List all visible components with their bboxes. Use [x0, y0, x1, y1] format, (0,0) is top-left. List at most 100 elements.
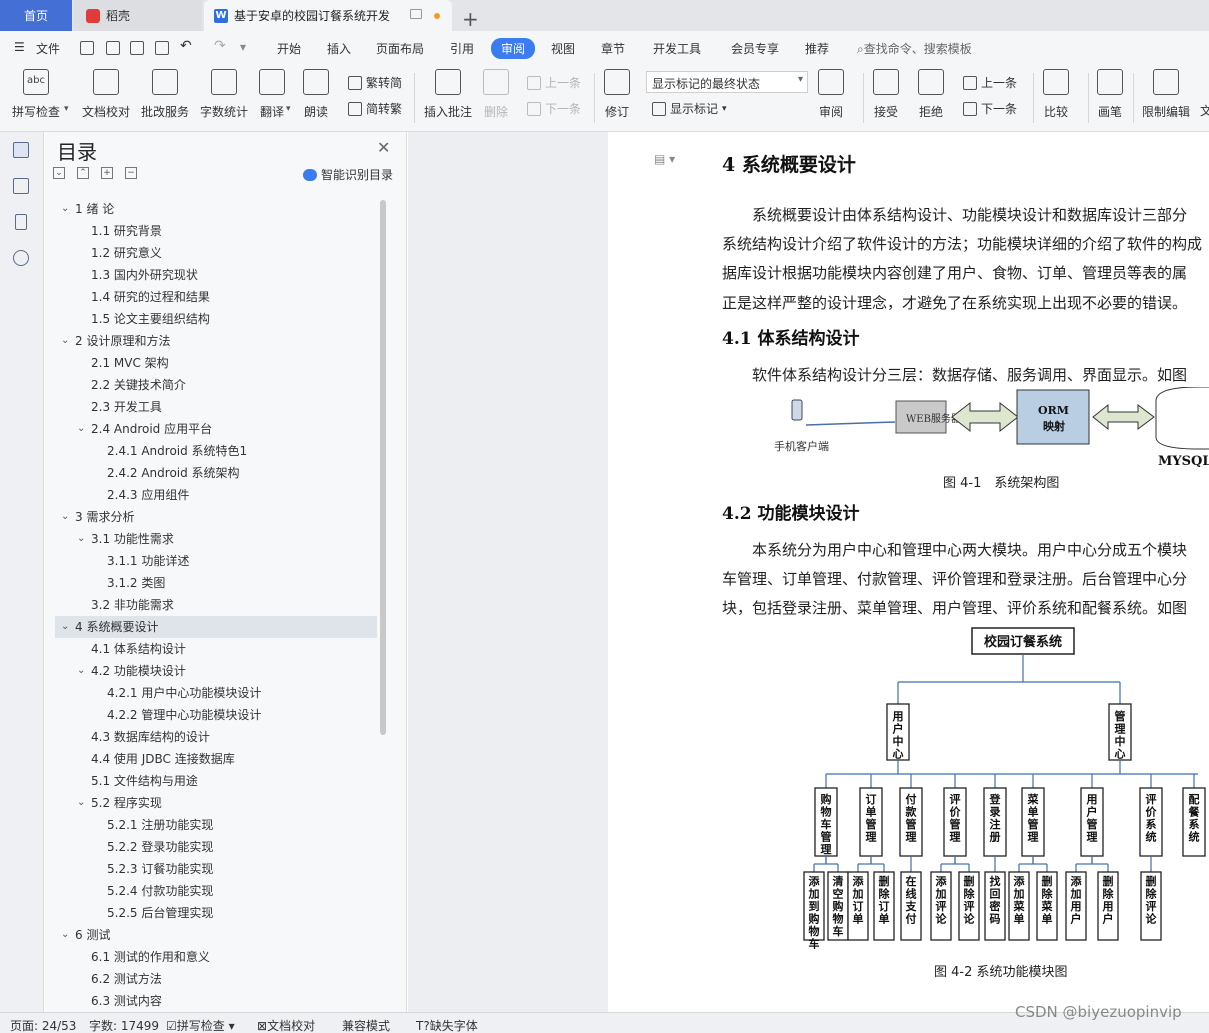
print-icon[interactable] — [130, 41, 144, 55]
toc-item[interactable]: 5.2.3 订餐功能实现 — [55, 858, 377, 880]
toc-item[interactable]: 1.4 研究的过程和结果 — [55, 286, 377, 308]
doccheck-button[interactable]: 文档校对 — [82, 69, 130, 120]
more-quick-icon[interactable]: ▾ — [240, 40, 246, 54]
toc-item[interactable]: 5.2.2 登录功能实现 — [55, 836, 377, 858]
toc-item[interactable]: 2.1 MVC 架构 — [55, 352, 377, 374]
menu-chapter[interactable]: 章节 — [601, 40, 625, 57]
toc-item[interactable]: ⌄ 2 设计原理和方法 — [55, 330, 377, 352]
toc-item[interactable]: ⌄ 3.1 功能性需求 — [55, 528, 377, 550]
prev-change-button[interactable]: 上一条 — [963, 74, 1017, 91]
s2t-button[interactable]: 简转繁 — [348, 100, 402, 117]
menu-member[interactable]: 会员专享 — [731, 40, 779, 57]
toc-item[interactable]: 3.1.1 功能详述 — [55, 550, 377, 572]
toc-item[interactable]: 1.2 研究意义 — [55, 242, 377, 264]
new-tab-button[interactable]: + — [462, 3, 479, 34]
translate-dropdown-icon[interactable]: ▾ — [286, 104, 291, 114]
review-pane-button[interactable]: 审阅 — [818, 69, 844, 120]
next-comment-button[interactable]: 下一条 — [527, 100, 581, 117]
menu-file[interactable]: 文件 — [36, 40, 60, 57]
toc-scrollbar[interactable] — [380, 200, 386, 735]
toc-item[interactable]: 2.4.3 应用组件 — [55, 484, 377, 506]
remove-item-icon[interactable]: − — [125, 167, 137, 179]
toc-item[interactable]: ⌄ 3 需求分析 — [55, 506, 377, 528]
spellcheck-button[interactable]: abc 拼写检查 — [12, 69, 60, 120]
toc-item[interactable]: ⌄ 6 测试 — [55, 924, 377, 946]
chevron-down-icon[interactable]: ⌄ — [61, 198, 69, 220]
menu-view[interactable]: 视图 — [551, 40, 575, 57]
chevron-down-icon[interactable]: ⌄ — [77, 418, 85, 440]
export-pdf-icon[interactable] — [106, 41, 120, 55]
close-icon[interactable]: ✕ — [377, 138, 390, 157]
document-page[interactable]: ▤ ▾ 4 系统概要设计 系统概要设计由体系结构设计、功能模块设计和数据库设计三… — [608, 132, 1209, 1012]
smart-toc-button[interactable]: 智能识别目录 — [303, 166, 393, 183]
toc-item[interactable]: ⌄ 4.2 功能模块设计 — [55, 660, 377, 682]
reject-button[interactable]: 拒绝 — [918, 69, 944, 120]
toc-item[interactable]: 6.1 测试的作用和意义 — [55, 946, 377, 968]
toc-item[interactable]: 4.1 体系结构设计 — [55, 638, 377, 660]
markup-state-select[interactable]: 显示标记的最终状态 — [646, 71, 808, 93]
delete-comment-button[interactable]: 删除 — [483, 69, 509, 120]
menu-review[interactable]: 审阅 — [491, 38, 536, 59]
compare-button[interactable]: 比较 — [1043, 69, 1069, 120]
batch-service-button[interactable]: 批改服务 — [141, 69, 189, 120]
accept-button[interactable]: 接受 — [873, 69, 899, 120]
page-indicator[interactable]: 页面: 24/53 — [10, 1017, 76, 1033]
chevron-down-icon[interactable]: ⌄ — [77, 792, 85, 814]
add-item-icon[interactable]: + — [101, 167, 113, 179]
tab-home[interactable]: 首页 — [0, 0, 72, 31]
spellcheck-dropdown-icon[interactable]: ▾ — [64, 104, 69, 114]
menu-insert[interactable]: 插入 — [327, 40, 351, 57]
toc-item[interactable]: 3.2 非功能需求 — [55, 594, 377, 616]
toc-icon[interactable] — [13, 142, 29, 158]
next-change-button[interactable]: 下一条 — [963, 100, 1017, 117]
toc-item[interactable]: 5.2.4 付款功能实现 — [55, 880, 377, 902]
toc-item[interactable]: 2.4.1 Android 系统特色1 — [55, 440, 377, 462]
toc-item[interactable]: ⌄ 5.2 程序实现 — [55, 792, 377, 814]
expand-all-icon[interactable]: ⌃ — [77, 167, 89, 179]
tab-document[interactable]: W 基于安卓的校园订餐系统开发 — [204, 0, 452, 31]
menu-reference[interactable]: 引用 — [450, 40, 474, 57]
toc-item[interactable]: 1.3 国内外研究现状 — [55, 264, 377, 286]
save-icon[interactable] — [80, 41, 94, 55]
outline-icon[interactable] — [13, 178, 29, 194]
menu-recommend[interactable]: 推荐 — [805, 40, 829, 57]
t2s-button[interactable]: 繁转简 — [348, 74, 402, 91]
monitor-icon[interactable] — [410, 9, 422, 19]
page-marker-icon[interactable]: ▤ ▾ — [654, 152, 675, 166]
chevron-down-icon[interactable]: ⌄ — [61, 330, 69, 352]
doc-permission-label[interactable]: 文 — [1200, 102, 1209, 119]
missing-font-status[interactable]: T?缺失字体 — [416, 1017, 478, 1033]
toc-item[interactable]: 2.3 开发工具 — [55, 396, 377, 418]
chevron-down-icon[interactable]: ⌄ — [61, 616, 69, 638]
toc-item[interactable]: 2.4.2 Android 系统架构 — [55, 462, 377, 484]
toc-item[interactable]: 2.2 关键技术简介 — [55, 374, 377, 396]
bookmark-icon[interactable] — [15, 214, 27, 230]
print-preview-icon[interactable] — [155, 41, 169, 55]
chevron-down-icon[interactable]: ⌄ — [61, 506, 69, 528]
show-marks-button[interactable]: 显示标记 ▾ — [652, 100, 727, 117]
toc-item[interactable]: 5.1 文件结构与用途 — [55, 770, 377, 792]
toc-item[interactable]: 3.1.2 类图 — [55, 572, 377, 594]
toc-item[interactable]: 4.4 使用 JDBC 连接数据库 — [55, 748, 377, 770]
translate-button[interactable]: 翻译 — [259, 69, 285, 120]
menu-devtools[interactable]: 开发工具 — [653, 40, 701, 57]
hamburger-icon[interactable]: ☰ — [14, 40, 25, 54]
pen-button[interactable]: 画笔 — [1097, 69, 1123, 120]
revise-button[interactable]: 修订 — [604, 69, 630, 120]
redo-icon[interactable]: ↷ — [214, 38, 226, 54]
word-count[interactable]: 字数: 17499 — [89, 1017, 159, 1033]
undo-icon[interactable]: ↶ — [180, 38, 192, 54]
chevron-down-icon[interactable]: ⌄ — [77, 528, 85, 550]
prev-comment-button[interactable]: 上一条 — [527, 74, 581, 91]
restrict-edit-button[interactable]: 限制编辑 — [1142, 69, 1190, 120]
toc-item[interactable]: 5.2.5 后台管理实现 — [55, 902, 377, 924]
insert-comment-button[interactable]: 插入批注 — [424, 69, 472, 120]
spellcheck-status[interactable]: ☑拼写检查 ▾ — [166, 1017, 235, 1033]
search-command[interactable]: ⌕查找命令、搜索模板 — [857, 40, 972, 57]
toc-item[interactable]: 4.2.1 用户中心功能模块设计 — [55, 682, 377, 704]
toc-item[interactable]: ⌄ 2.4 Android 应用平台 — [55, 418, 377, 440]
toc-item[interactable]: ⌄ 4 系统概要设计 — [55, 616, 377, 638]
menu-layout[interactable]: 页面布局 — [376, 40, 424, 57]
doccheck-status[interactable]: ⊠文档校对 — [257, 1017, 315, 1033]
collapse-all-icon[interactable]: ⌄ — [53, 167, 65, 179]
